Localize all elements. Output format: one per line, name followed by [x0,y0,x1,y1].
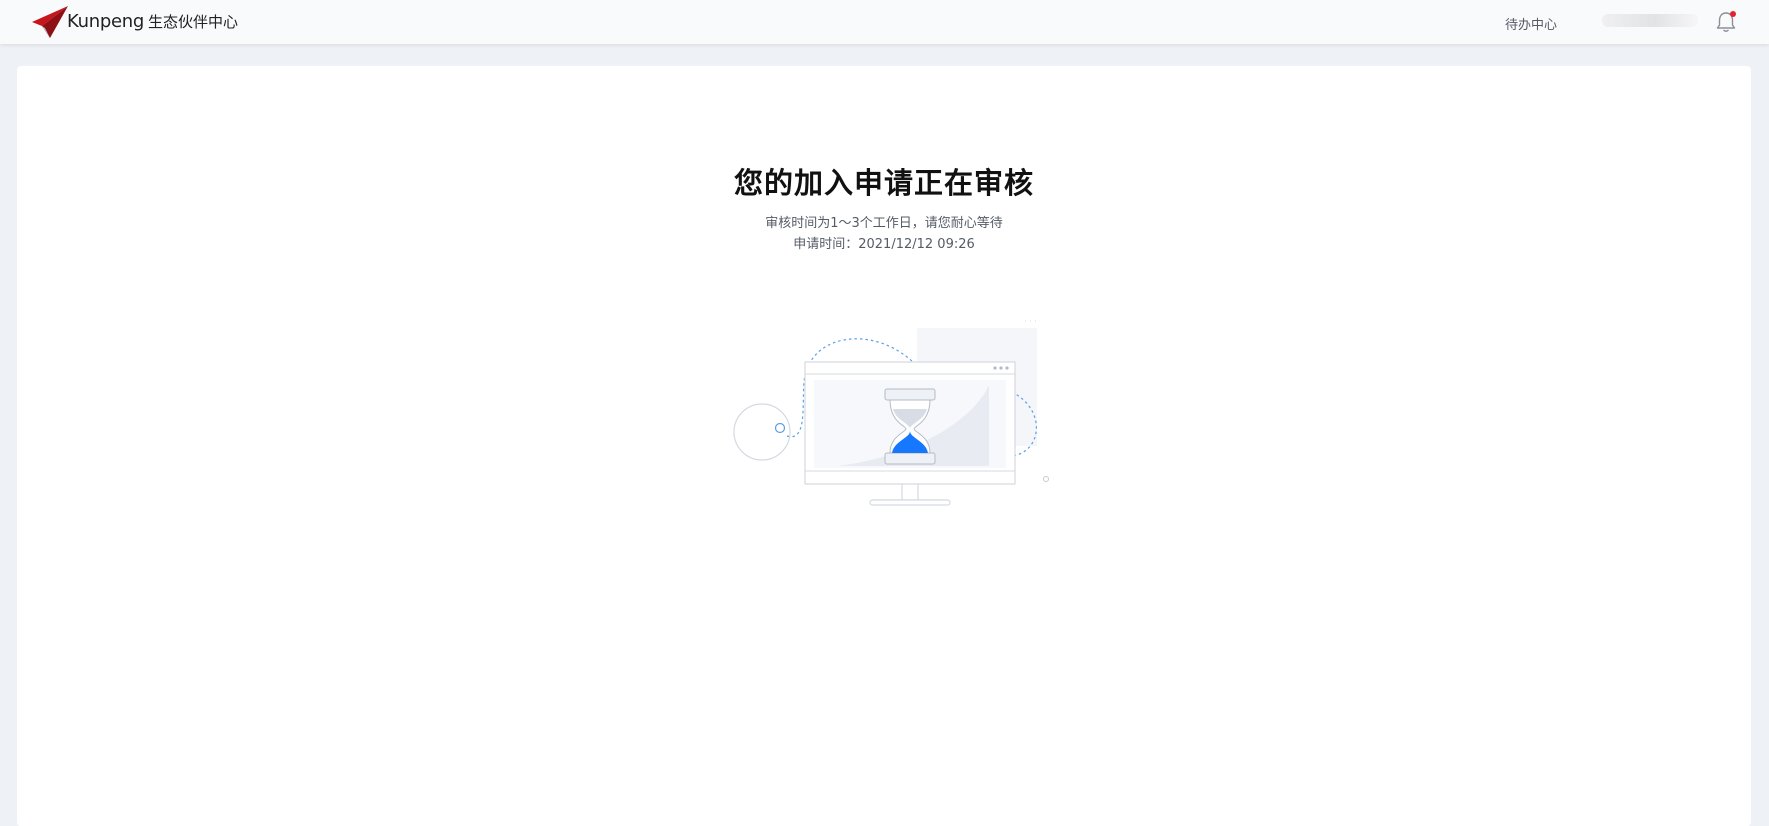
kunpeng-logo-icon[interactable] [30,4,70,40]
user-account-name[interactable] [1602,14,1698,27]
svg-text:· · ·: · · · [1024,317,1037,326]
apply-time: 申请时间：2021/12/12 09:26 [17,233,1751,252]
hourglass-monitor-icon: · · · [733,317,1049,506]
main-content-card: 您的加入申请正在审核 审核时间为1～3个工作日，请您耐心等待 申请时间：2021… [17,66,1751,826]
apply-time-label: 申请时间： [793,237,859,252]
notification-dot [1730,11,1736,17]
apply-time-value: 2021/12/12 09:26 [858,237,975,252]
product-name[interactable]: 生态伙伴中心 [148,11,238,32]
top-navigation-bar: Kunpeng 生态伙伴中心 待办中心 [0,0,1769,44]
page-title: 您的加入申请正在审核 [733,166,1034,200]
brand-name[interactable]: Kunpeng [67,11,144,32]
review-time-note: 审核时间为1～3个工作日，请您耐心等待 [765,216,1003,231]
bell-icon[interactable] [1715,10,1737,34]
todo-center-link[interactable]: 待办中心 [1505,14,1557,33]
